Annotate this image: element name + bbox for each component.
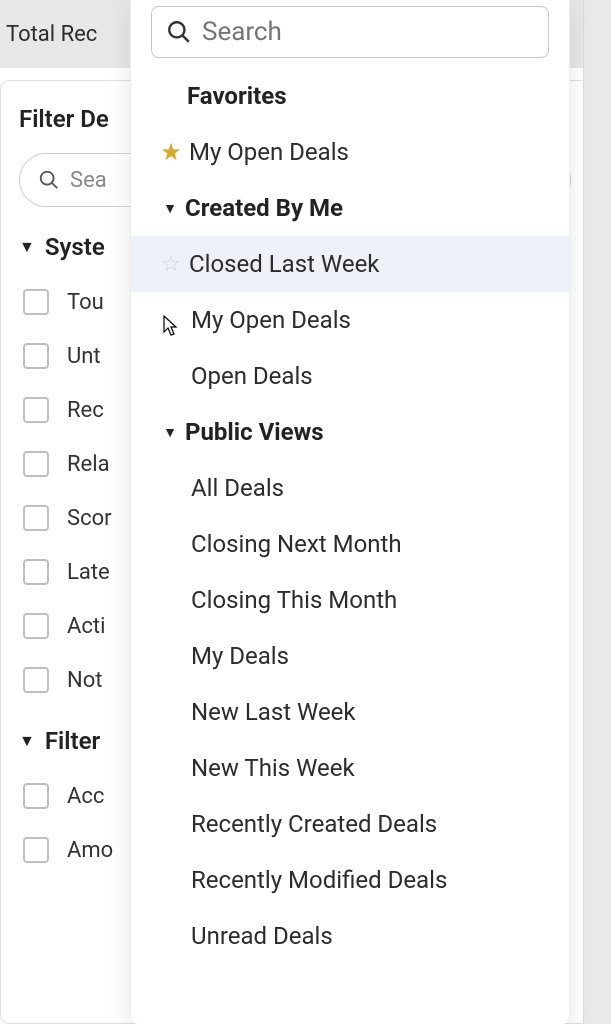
views-search-input[interactable]: Search — [151, 6, 549, 58]
checkbox[interactable] — [23, 451, 49, 477]
group-public-views-header[interactable]: ▼ Public Views — [131, 404, 569, 460]
filter-item-label: Acti — [67, 614, 105, 639]
filter-section-label: Syste — [45, 233, 105, 261]
filter-item-label: Not — [67, 668, 102, 693]
filter-search-placeholder: Sea — [70, 168, 107, 193]
views-search-placeholder: Search — [202, 17, 282, 47]
filter-item-label: Acc — [67, 784, 104, 809]
filter-item-label: Tou — [67, 290, 104, 315]
star-outline-icon[interactable]: ☆ — [155, 252, 187, 277]
star-icon: ★ — [155, 138, 187, 166]
checkbox[interactable] — [23, 783, 49, 809]
view-item-label: Closing Next Month — [189, 530, 402, 558]
checkbox[interactable] — [23, 837, 49, 863]
search-icon — [166, 19, 192, 45]
group-label: Public Views — [185, 418, 324, 446]
view-item[interactable]: Unread Deals — [131, 908, 569, 964]
view-item[interactable]: Recently Created Deals — [131, 796, 569, 852]
group-label: Created By Me — [185, 194, 343, 222]
filter-section-label: Filter — [45, 727, 100, 755]
view-item[interactable]: New Last Week — [131, 684, 569, 740]
view-item[interactable]: All Deals — [131, 460, 569, 516]
checkbox[interactable] — [23, 397, 49, 423]
view-item-label: My Deals — [189, 642, 289, 670]
view-item[interactable]: Closing This Month — [131, 572, 569, 628]
view-item-label: My Open Deals — [189, 306, 351, 334]
view-item-label: Recently Modified Deals — [189, 866, 447, 894]
group-created-by-me-header[interactable]: ▼ Created By Me — [131, 180, 569, 236]
checkbox[interactable] — [23, 667, 49, 693]
view-item[interactable]: ☆ Closed Last Week — [131, 236, 569, 292]
view-item-label: Recently Created Deals — [189, 810, 437, 838]
views-dropdown: Search Favorites ★ My Open Deals ▼ Creat… — [130, 0, 570, 1024]
total-records-label: Total Rec — [6, 22, 97, 47]
search-icon — [38, 169, 60, 191]
view-item-label: Unread Deals — [189, 922, 333, 950]
views-list: Favorites ★ My Open Deals ▼ Created By M… — [131, 68, 569, 1024]
view-item[interactable]: New This Week — [131, 740, 569, 796]
group-label: Favorites — [187, 82, 287, 110]
group-favorites-header: Favorites — [131, 68, 569, 124]
caret-down-icon: ▼ — [155, 200, 185, 217]
filter-item-label: Rela — [67, 452, 110, 477]
filter-item-label: Rec — [67, 398, 104, 423]
checkbox[interactable] — [23, 289, 49, 315]
view-item[interactable]: Closing Next Month — [131, 516, 569, 572]
view-item[interactable]: Open Deals — [131, 348, 569, 404]
view-item-label: Closing This Month — [189, 586, 397, 614]
filter-item-label: Amo — [67, 838, 113, 863]
filter-item-label: Late — [67, 560, 110, 585]
checkbox[interactable] — [23, 613, 49, 639]
view-item-label: Closed Last Week — [187, 250, 379, 278]
view-item[interactable]: Recently Modified Deals — [131, 852, 569, 908]
view-item-label: New Last Week — [189, 698, 356, 726]
checkbox[interactable] — [23, 559, 49, 585]
caret-down-icon: ▼ — [19, 731, 35, 751]
app-viewport: Total Rec Filter De Sea ▼ Syste Tou Unt … — [0, 0, 611, 1024]
view-item-label: My Open Deals — [187, 138, 349, 166]
view-item[interactable]: My Open Deals — [131, 292, 569, 348]
right-scrollbar-area — [583, 0, 611, 1024]
filter-item-label: Scor — [67, 506, 112, 531]
view-item-favorite[interactable]: ★ My Open Deals — [131, 124, 569, 180]
view-item-label: New This Week — [189, 754, 355, 782]
view-item-label: Open Deals — [189, 362, 313, 390]
view-item[interactable]: My Deals — [131, 628, 569, 684]
view-item-label: All Deals — [189, 474, 284, 502]
caret-down-icon: ▼ — [19, 237, 35, 257]
checkbox[interactable] — [23, 505, 49, 531]
filter-item-label: Unt — [67, 344, 101, 369]
checkbox[interactable] — [23, 343, 49, 369]
caret-down-icon: ▼ — [155, 424, 185, 441]
